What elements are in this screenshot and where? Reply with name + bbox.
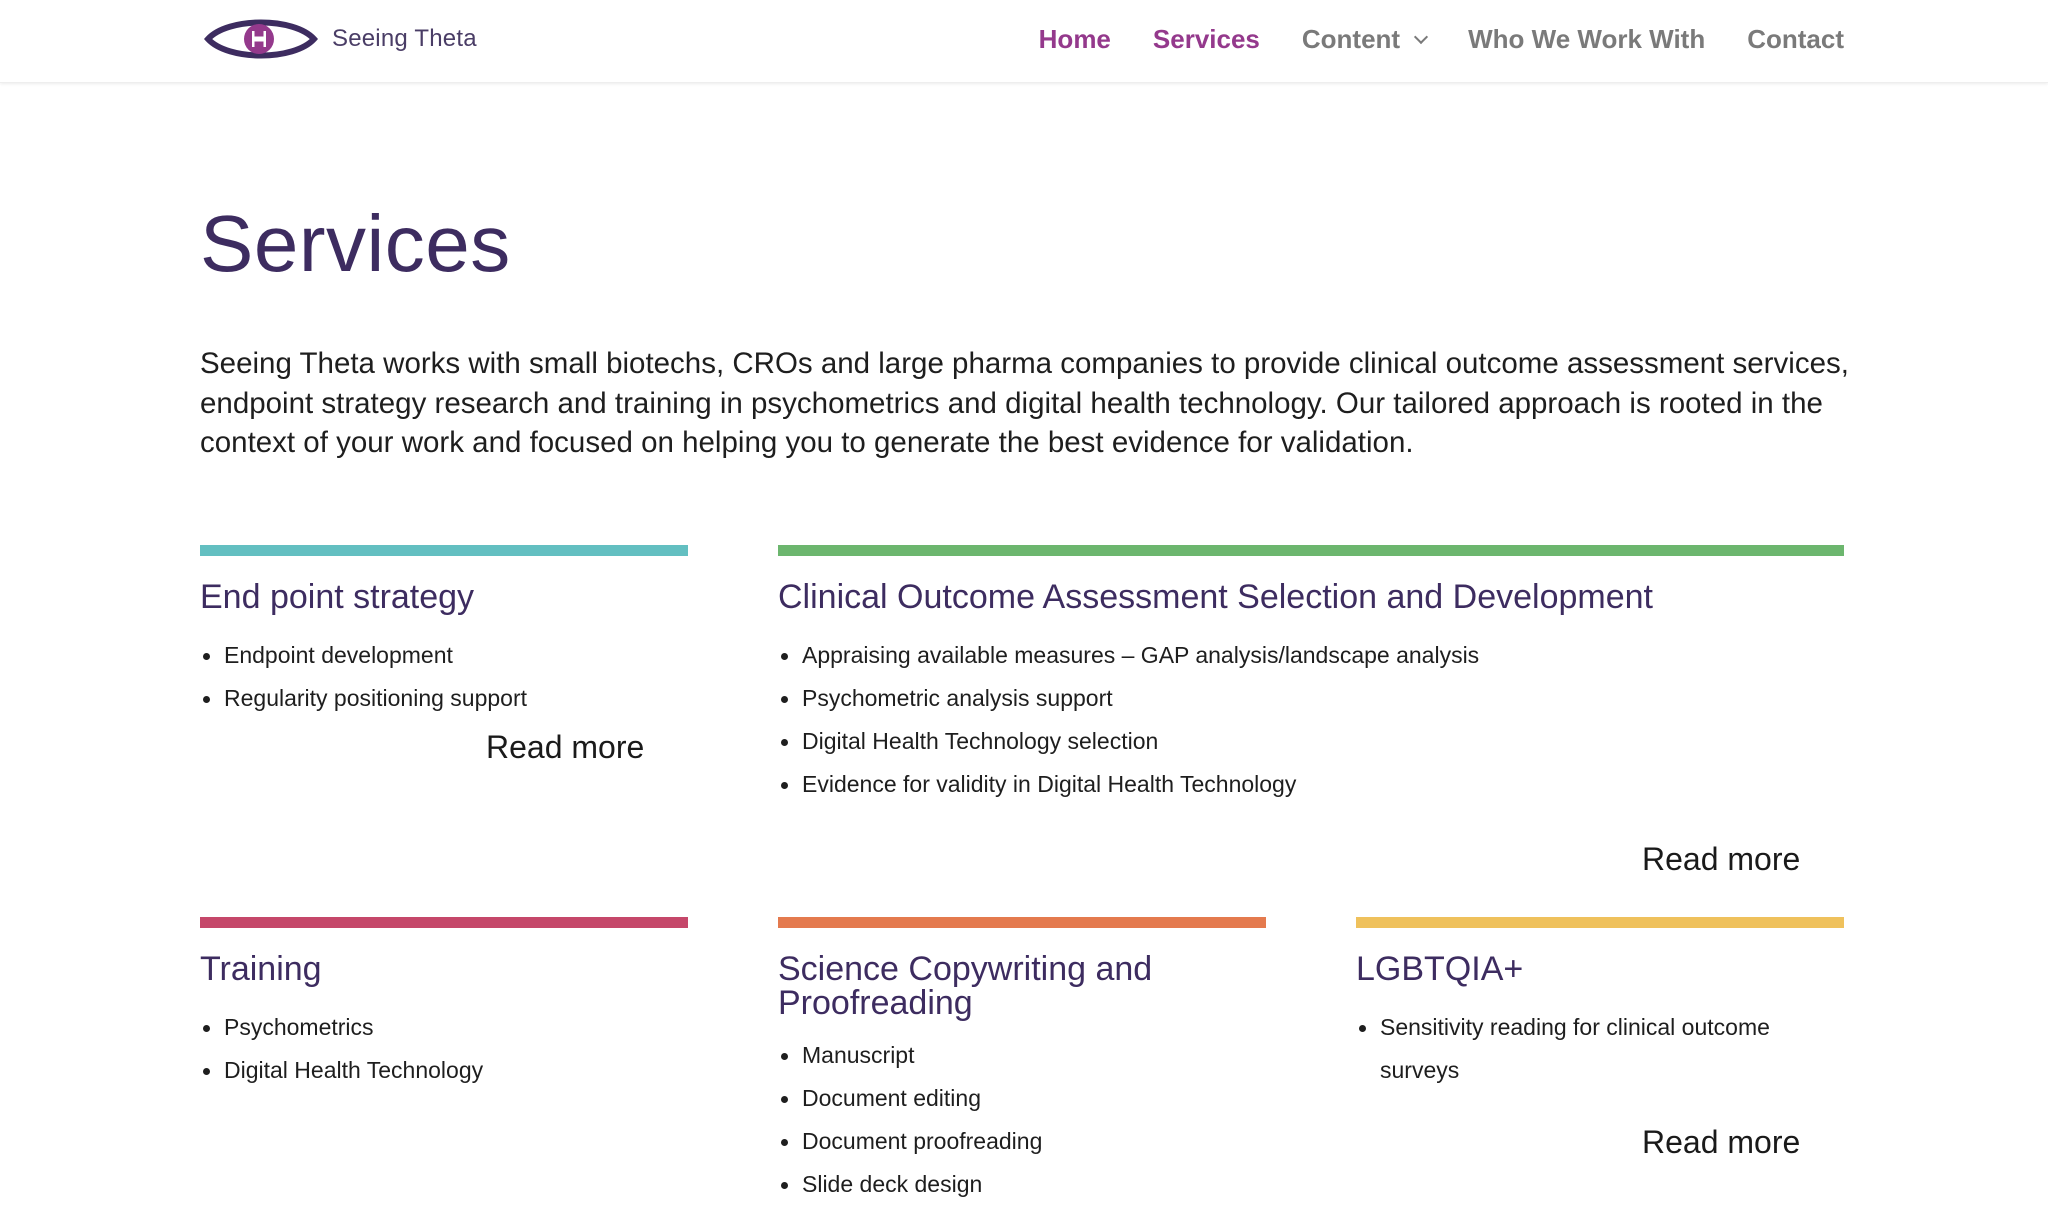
page-title: Services [200,199,511,288]
list-item: Evidence for validity in Digital Health … [778,763,1844,806]
card-list: Manuscript Document editing Document pro… [778,1034,1266,1206]
card-title: End point strategy [200,578,475,616]
endpoint-read-more-link[interactable]: Read more [486,729,644,766]
card-color-bar [778,917,1266,928]
list-item: Psychometrics [200,1006,688,1049]
list-item: Appraising available measures – GAP anal… [778,634,1844,677]
list-item: Sensitivity reading for clinical outcome… [1356,1006,1844,1092]
card-list: Endpoint development Regularity position… [200,634,688,720]
card-color-bar [200,917,688,928]
lgbtqia-read-more-link[interactable]: Read more [1642,1124,1800,1161]
card-list: Appraising available measures – GAP anal… [778,634,1844,806]
card-title: Training [200,950,322,988]
list-item: Digital Health Technology selection [778,720,1844,763]
eye-logo-icon [204,19,318,59]
list-item: Regularity positioning support [200,677,688,720]
list-item: Document proofreading [778,1120,1266,1163]
nav-content[interactable]: Content [1301,23,1429,55]
logo-text: Seeing Theta [332,25,477,52]
list-item: Document editing [778,1077,1266,1120]
card-color-bar [778,545,1844,556]
card-title: Clinical Outcome Assessment Selection an… [778,578,1653,616]
card-color-bar [1356,917,1844,928]
card-training: Training Psychometrics Digital Health Te… [200,917,688,1092]
nav-contact[interactable]: Contact [1747,24,1844,55]
intro-paragraph: Seeing Theta works with small biotechs, … [200,347,1849,459]
list-item: Psychometric analysis support [778,677,1844,720]
card-lgbtqia: LGBTQIA+ Sensitivity reading for clinica… [1356,917,1844,1092]
nav-home[interactable]: Home [1039,24,1111,55]
card-science-copywriting: Science Copywriting and Proofreading Man… [778,917,1266,1206]
card-endpoint-strategy: End point strategy Endpoint development … [200,545,688,720]
chevron-down-icon [1414,29,1429,44]
site-logo[interactable]: Seeing Theta [204,12,477,66]
card-list: Psychometrics Digital Health Technology [200,1006,688,1092]
nav-who-we-work-with[interactable]: Who We Work With [1468,24,1705,55]
site-header: Seeing Theta Home Services Content Who W… [0,0,2048,83]
card-list: Sensitivity reading for clinical outcome… [1356,1006,1844,1092]
main-nav: Home Services Content Who We Work With C… [997,0,1844,78]
list-item: Manuscript [778,1034,1266,1077]
card-coa-selection: Clinical Outcome Assessment Selection an… [778,545,1844,806]
list-item: Slide deck design [778,1163,1266,1206]
nav-content-label: Content [1301,23,1401,54]
nav-services[interactable]: Services [1153,24,1260,55]
coa-read-more-link[interactable]: Read more [1642,841,1800,878]
list-item: Digital Health Technology [200,1049,688,1092]
card-title: Science Copywriting and Proofreading [778,950,1153,1022]
card-color-bar [200,545,688,556]
list-item: Endpoint development [200,634,688,677]
card-title: LGBTQIA+ [1356,950,1524,988]
